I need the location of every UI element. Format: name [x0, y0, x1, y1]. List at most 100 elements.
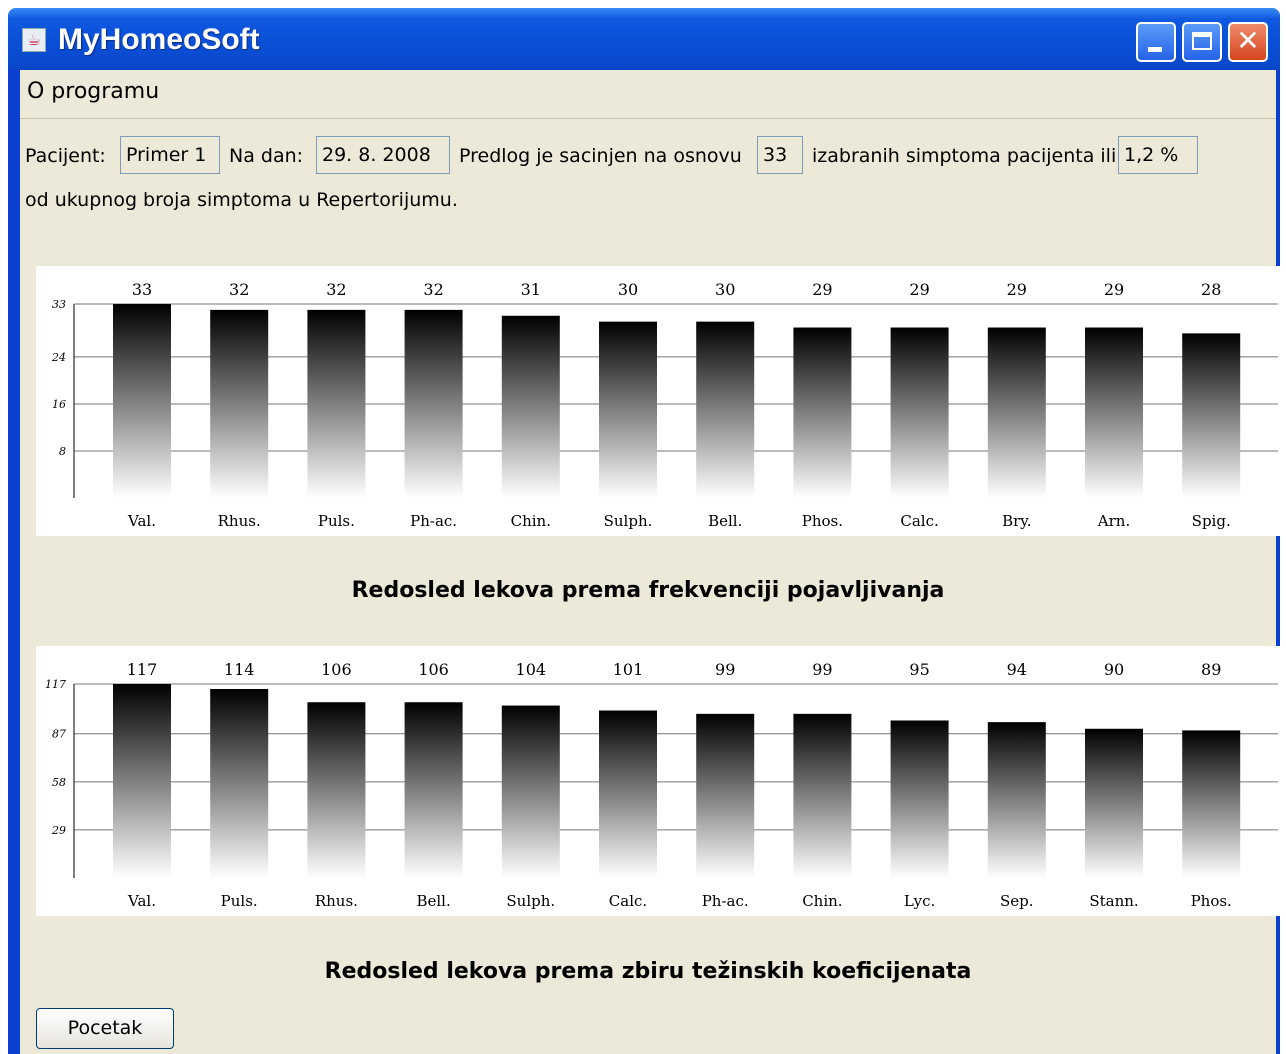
x-category-label: Phos. [1191, 892, 1232, 910]
close-button[interactable]: ✕ [1228, 22, 1268, 62]
bar [1085, 728, 1143, 878]
menu-bar: O programu [20, 70, 1276, 119]
client-area: O programu Pacijent: Primer 1 Na dan: 29… [20, 70, 1280, 1054]
bar-value-label: 29 [812, 280, 832, 299]
x-category-label: Puls. [318, 512, 355, 530]
bar [599, 710, 657, 878]
start-button[interactable]: Pocetak [36, 1008, 174, 1049]
bar-value-label: 106 [418, 660, 449, 679]
bar-value-label: 28 [1201, 280, 1221, 299]
patient-label: Pacijent: [25, 145, 106, 167]
percent-field[interactable]: 1,2 % [1118, 136, 1198, 174]
close-icon: ✕ [1236, 24, 1260, 57]
bar-value-label: 33 [132, 280, 152, 299]
x-category-label: Sulph. [604, 512, 653, 530]
x-category-label: Ph-ac. [702, 892, 749, 910]
weights-chart-caption: Redosled lekova prema zbiru težinskih ko… [324, 959, 972, 984]
minimize-icon [1148, 47, 1162, 52]
x-category-label: Calc. [609, 892, 647, 910]
app-window: ☕ MyHomeoSoft ✕ O programu Pacijent: Pri… [8, 8, 1280, 1054]
menu-item-about[interactable]: O programu [27, 79, 159, 104]
date-field[interactable]: 29. 8. 2008 [316, 136, 450, 174]
bar [793, 713, 852, 878]
bar [890, 720, 949, 878]
x-category-label: Val. [127, 512, 156, 530]
bar [987, 722, 1046, 878]
x-category-label: Puls. [221, 892, 258, 910]
y-tick-label: 117 [45, 678, 66, 691]
x-category-label: Rhus. [218, 512, 261, 530]
bar-value-label: 29 [1104, 280, 1124, 299]
x-category-label: Phos. [802, 512, 843, 530]
x-category-label: Sulph. [506, 892, 555, 910]
x-category-label: Bell. [416, 892, 450, 910]
x-category-label: Bry. [1002, 512, 1031, 530]
maximize-icon [1192, 32, 1212, 50]
bar-value-label: 114 [224, 660, 255, 679]
x-category-label: Bell. [708, 512, 742, 530]
x-category-label: Chin. [511, 512, 551, 530]
selected-label: izabranih simptoma pacijenta ili [812, 145, 1117, 167]
bar-value-label: 29 [909, 280, 929, 299]
minimize-button[interactable] [1136, 22, 1176, 62]
bar [210, 309, 269, 498]
x-category-label: Chin. [802, 892, 842, 910]
bar [113, 304, 171, 498]
frequency-chart-caption: Redosled lekova prema frekvenciji pojavl… [351, 578, 945, 603]
info-line-2: od ukupnog broja simptoma u Repertorijum… [25, 189, 458, 211]
y-tick-label: 24 [51, 351, 66, 364]
bar-value-label: 30 [618, 280, 638, 299]
bar-value-label: 89 [1201, 660, 1221, 679]
y-tick-label: 8 [59, 445, 66, 458]
bar [404, 309, 463, 498]
x-category-label: Calc. [900, 512, 938, 530]
patient-field[interactable]: Primer 1 [120, 136, 220, 174]
bar [599, 321, 657, 498]
title-bar[interactable]: ☕ MyHomeoSoft ✕ [8, 8, 1280, 70]
bar [696, 713, 755, 878]
bar-value-label: 32 [229, 280, 249, 299]
x-category-label: Arn. [1097, 512, 1130, 530]
bar-value-label: 99 [715, 660, 735, 679]
bar-value-label: 90 [1104, 660, 1124, 679]
x-category-label: Stann. [1089, 892, 1138, 910]
y-tick-label: 16 [52, 398, 66, 411]
x-category-label: Ph-ac. [410, 512, 457, 530]
bar [793, 327, 852, 498]
bar-value-label: 101 [613, 660, 644, 679]
y-tick-label: 29 [51, 824, 66, 837]
date-label: Na dan: [229, 145, 304, 167]
bar [696, 321, 755, 498]
bar [501, 315, 560, 498]
bar-value-label: 104 [516, 660, 547, 679]
bar-value-label: 29 [1007, 280, 1027, 299]
bar-value-label: 30 [715, 280, 735, 299]
bar [210, 688, 269, 878]
bar [307, 702, 366, 878]
symptom-count-field[interactable]: 33 [757, 136, 803, 174]
bar [501, 705, 560, 878]
x-category-label: Sep. [1000, 892, 1034, 910]
x-category-label: Val. [127, 892, 156, 910]
basis-label: Predlog je sacinjen na osnovu [459, 145, 742, 167]
x-category-label: Spig. [1192, 512, 1231, 530]
bar-value-label: 94 [1007, 660, 1027, 679]
y-tick-label: 33 [52, 298, 66, 311]
bar-value-label: 32 [326, 280, 346, 299]
bar [113, 684, 171, 878]
bar [1085, 327, 1143, 498]
bar [890, 327, 949, 498]
java-app-icon: ☕ [22, 28, 46, 52]
window-title: MyHomeoSoft [58, 23, 260, 56]
bar [1182, 333, 1241, 498]
y-tick-label: 87 [52, 728, 66, 741]
maximize-button[interactable] [1182, 22, 1222, 62]
bar-value-label: 106 [321, 660, 352, 679]
bar-value-label: 99 [812, 660, 832, 679]
bar-value-label: 95 [909, 660, 929, 679]
x-category-label: Rhus. [315, 892, 358, 910]
frequency-chart: 8 16 24 33 33 Val. 32 Rhus. 32 Puls. 32 Ph-ac. 31 Chi… [36, 266, 1280, 536]
bar [1182, 730, 1241, 878]
weights-chart: 29 58 87 117 117 Val. 114 Puls. 106 Rhus. 106 Bell.… [36, 646, 1280, 916]
bar [307, 309, 366, 498]
